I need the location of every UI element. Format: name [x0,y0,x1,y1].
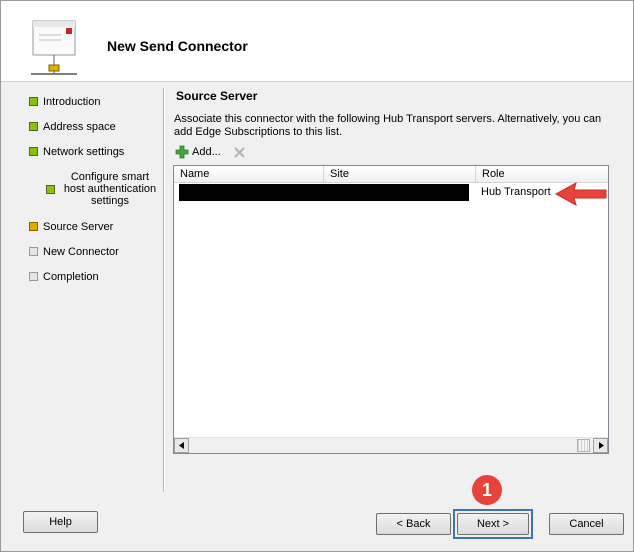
grid-header: Name Site Role [174,166,608,183]
section-description: Associate this connector with the follow… [174,113,602,138]
step-label: Configure smart host authentication sett… [63,171,157,207]
back-button[interactable]: < Back [376,513,451,535]
scroll-left-button[interactable] [174,438,189,453]
wizard-title: New Send Connector [107,38,248,54]
scroll-right-button[interactable] [593,438,608,453]
source-server-grid[interactable]: Name Site Role Hub Transport [173,165,609,454]
cancel-button[interactable]: Cancel [549,513,624,535]
step-current-icon [29,222,38,231]
step-source-server[interactable]: Source Server [29,221,113,234]
redacted-server-cell [179,184,469,201]
annotation-arrow-icon [554,181,607,207]
arrow-right-icon [598,442,604,449]
step-label: New Connector [43,246,119,258]
step-complete-icon [29,122,38,131]
add-label: Add... [192,146,221,158]
step-complete-icon [29,147,38,156]
step-pending-icon [29,247,38,256]
step-network-settings[interactable]: Network settings [29,146,124,159]
wizard-header: New Send Connector [1,1,633,82]
step-label: Completion [43,271,99,283]
step-label: Source Server [43,221,114,233]
wizard-steps: Introduction Address space Network setti… [1,82,161,502]
step-complete-icon [46,185,55,194]
help-button[interactable]: Help [23,511,98,533]
wizard-window: New Send Connector Introduction Address … [0,0,634,552]
nav-divider [163,88,165,492]
arrow-left-icon [178,442,184,449]
column-header-name[interactable]: Name [174,166,324,182]
grid-toolbar: Add... [175,145,246,159]
step-label: Address space [43,121,116,133]
step-badge: 1 [472,475,502,505]
step-complete-icon [29,97,38,106]
add-button[interactable]: Add... [175,145,221,159]
horizontal-scrollbar[interactable] [174,437,608,453]
section-title: Source Server [176,89,258,103]
remove-x-icon[interactable] [233,146,246,159]
step-pending-icon [29,272,38,281]
connector-icon [31,20,77,75]
table-row[interactable]: Hub Transport [174,183,608,201]
step-completion[interactable]: Completion [29,271,99,284]
scrollbar-thumb[interactable] [577,439,590,452]
column-header-role[interactable]: Role [476,166,608,182]
step-configure-smart-host[interactable]: Configure smart host authentication sett… [46,171,160,207]
plus-icon [175,145,189,159]
step-introduction[interactable]: Introduction [29,96,100,109]
step-label: Network settings [43,146,125,158]
step-new-connector[interactable]: New Connector [29,246,119,259]
step-label: Introduction [43,96,101,108]
column-header-site[interactable]: Site [324,166,476,182]
step-address-space[interactable]: Address space [29,121,116,134]
role-cell: Hub Transport [481,186,551,198]
next-button[interactable]: Next > [457,513,529,535]
